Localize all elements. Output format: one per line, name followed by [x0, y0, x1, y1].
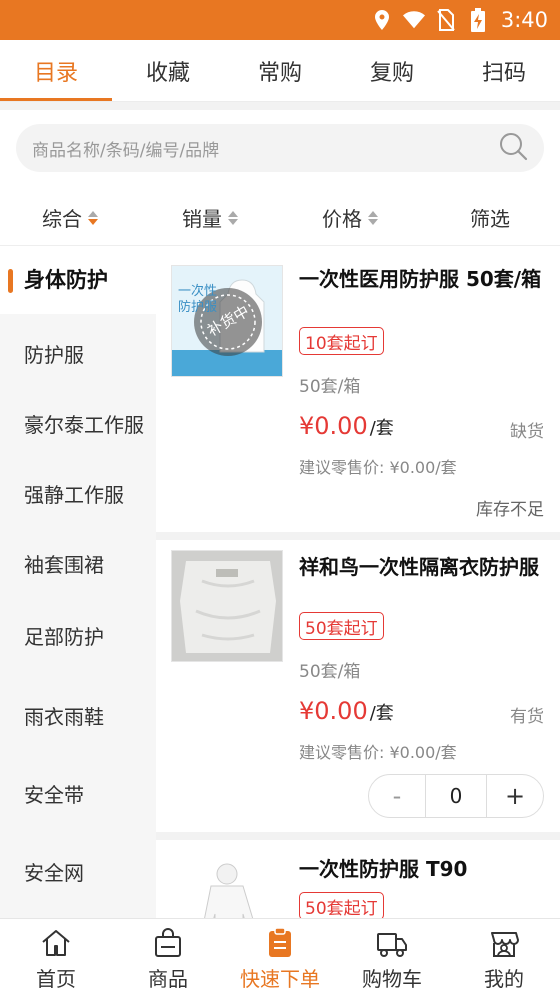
sort-sales[interactable]: 销量 [140, 203, 280, 232]
home-icon [42, 929, 70, 956]
sidebar-item-haoertai-workwear[interactable]: 豪尔泰工作服 [0, 392, 156, 458]
status-bar: 3:40 [0, 0, 560, 40]
product-spec: 50套/箱 [299, 662, 361, 682]
sidebar-item-body-protection[interactable]: 身体防护 [0, 248, 156, 314]
product-name[interactable]: 一次性医用防护服 50套/箱 [299, 266, 549, 292]
wifi-icon [402, 9, 425, 31]
sort-sales-label: 销量 [182, 207, 222, 231]
tab-frequent[interactable]: 常购 [224, 40, 336, 101]
sort-arrows-icon [228, 210, 238, 225]
search-input[interactable]: 商品名称/条码/编号/品牌 [16, 124, 544, 172]
product-card[interactable]: 一次性防护服 T90 50套起订 [156, 840, 560, 918]
sidebar-item-qiangjing-workwear[interactable]: 强静工作服 [0, 462, 156, 528]
stock-insufficient-note: 库存不足 [476, 500, 544, 520]
filter-button[interactable]: 筛选 [420, 203, 560, 232]
category-sidebar: 身体防护 防护服 豪尔泰工作服 强静工作服 袖套围裙 足部防护 雨衣雨鞋 安全带… [0, 248, 156, 918]
nav-home-label: 首页 [36, 966, 76, 991]
sidebar-item-raingear[interactable]: 雨衣雨鞋 [0, 684, 156, 750]
sort-comprehensive-label: 综合 [42, 207, 82, 231]
product-spec: 50套/箱 [299, 377, 361, 397]
nav-profile[interactable]: 我的 [448, 919, 560, 997]
product-image-caption: 一次性防护服 [178, 284, 218, 315]
price-value: ¥0.00 [299, 412, 368, 440]
nav-products-label: 商品 [148, 966, 188, 991]
battery-charging-icon [467, 8, 489, 32]
nav-profile-label: 我的 [484, 966, 524, 991]
product-image[interactable] [171, 854, 283, 918]
sort-price-label: 价格 [322, 207, 362, 231]
quantity-field[interactable]: 0 [425, 775, 487, 817]
truck-icon [377, 932, 407, 957]
sort-comprehensive[interactable]: 综合 [0, 203, 140, 232]
decrease-button[interactable]: - [369, 775, 425, 817]
sidebar-item-foot-protection[interactable]: 足部防护 [0, 604, 156, 670]
search-icon[interactable] [498, 131, 528, 165]
sidebar-item-safety-belt[interactable]: 安全带 [0, 762, 156, 828]
location-icon [371, 9, 393, 31]
stock-status: 缺货 [510, 422, 544, 442]
nav-products[interactable]: 商品 [112, 919, 224, 997]
store-user-icon [491, 931, 519, 957]
category-tabs: 目录 收藏 常购 复购 扫码 [0, 40, 560, 102]
bottom-navigation: 首页 商品 快速下单 购物车 我的 [0, 918, 560, 997]
product-image[interactable]: 一次性防护服 补货中 [171, 265, 283, 377]
tab-scan[interactable]: 扫码 [448, 40, 560, 101]
product-price: ¥0.00/套 [299, 412, 394, 440]
nav-quick-order[interactable]: 快速下单 [224, 919, 336, 997]
tab-catalog[interactable]: 目录 [0, 40, 112, 101]
retail-price: 建议零售价: ¥0.00/套 [299, 458, 457, 477]
retail-price: 建议零售价: ¥0.00/套 [299, 743, 457, 762]
min-order-badge: 50套起订 [299, 612, 384, 640]
price-unit: /套 [369, 703, 394, 724]
price-value: ¥0.00 [299, 697, 368, 725]
product-price: ¥0.00/套 [299, 697, 394, 725]
stock-status: 有货 [510, 707, 544, 727]
price-unit: /套 [369, 418, 394, 439]
quantity-stepper: - 0 + [368, 774, 544, 818]
min-order-badge: 50套起订 [299, 892, 384, 918]
nav-home[interactable]: 首页 [0, 919, 112, 997]
tab-favorites[interactable]: 收藏 [112, 40, 224, 101]
sort-bar: 综合 销量 价格 筛选 [0, 190, 560, 246]
sort-price[interactable]: 价格 [280, 203, 420, 232]
product-list: 一次性防护服 补货中 一次性医用防护服 50套/箱 10套起订 50套/箱 ¥0… [156, 248, 560, 918]
product-card[interactable]: 祥和鸟一次性隔离衣防护服 50套起订 50套/箱 ¥0.00/套 有货 建议零售… [156, 540, 560, 840]
product-card[interactable]: 一次性防护服 补货中 一次性医用防护服 50套/箱 10套起订 50套/箱 ¥0… [156, 248, 560, 540]
sort-arrows-icon [88, 210, 98, 225]
filter-label: 筛选 [470, 207, 510, 231]
sidebar-item-protective-suit[interactable]: 防护服 [0, 322, 156, 388]
divider [0, 102, 560, 110]
bag-icon [155, 927, 181, 957]
tab-repurchase[interactable]: 复购 [336, 40, 448, 101]
nav-cart-label: 购物车 [362, 966, 422, 991]
search-placeholder: 商品名称/条码/编号/品牌 [32, 140, 220, 161]
sidebar-item-sleeves-aprons[interactable]: 袖套围裙 [0, 532, 156, 598]
product-name[interactable]: 一次性防护服 T90 [299, 856, 549, 882]
product-image[interactable] [171, 550, 283, 662]
sort-arrows-icon [368, 210, 378, 225]
sidebar-item-safety-net[interactable]: 安全网 [0, 840, 156, 906]
nav-quick-order-label: 快速下单 [240, 966, 320, 991]
increase-button[interactable]: + [487, 775, 543, 817]
nav-cart[interactable]: 购物车 [336, 919, 448, 997]
min-order-badge: 10套起订 [299, 327, 384, 355]
clipboard-icon [269, 926, 291, 957]
no-sim-icon [435, 9, 457, 31]
clock: 3:40 [500, 8, 548, 32]
product-name[interactable]: 祥和鸟一次性隔离衣防护服 [299, 554, 549, 580]
